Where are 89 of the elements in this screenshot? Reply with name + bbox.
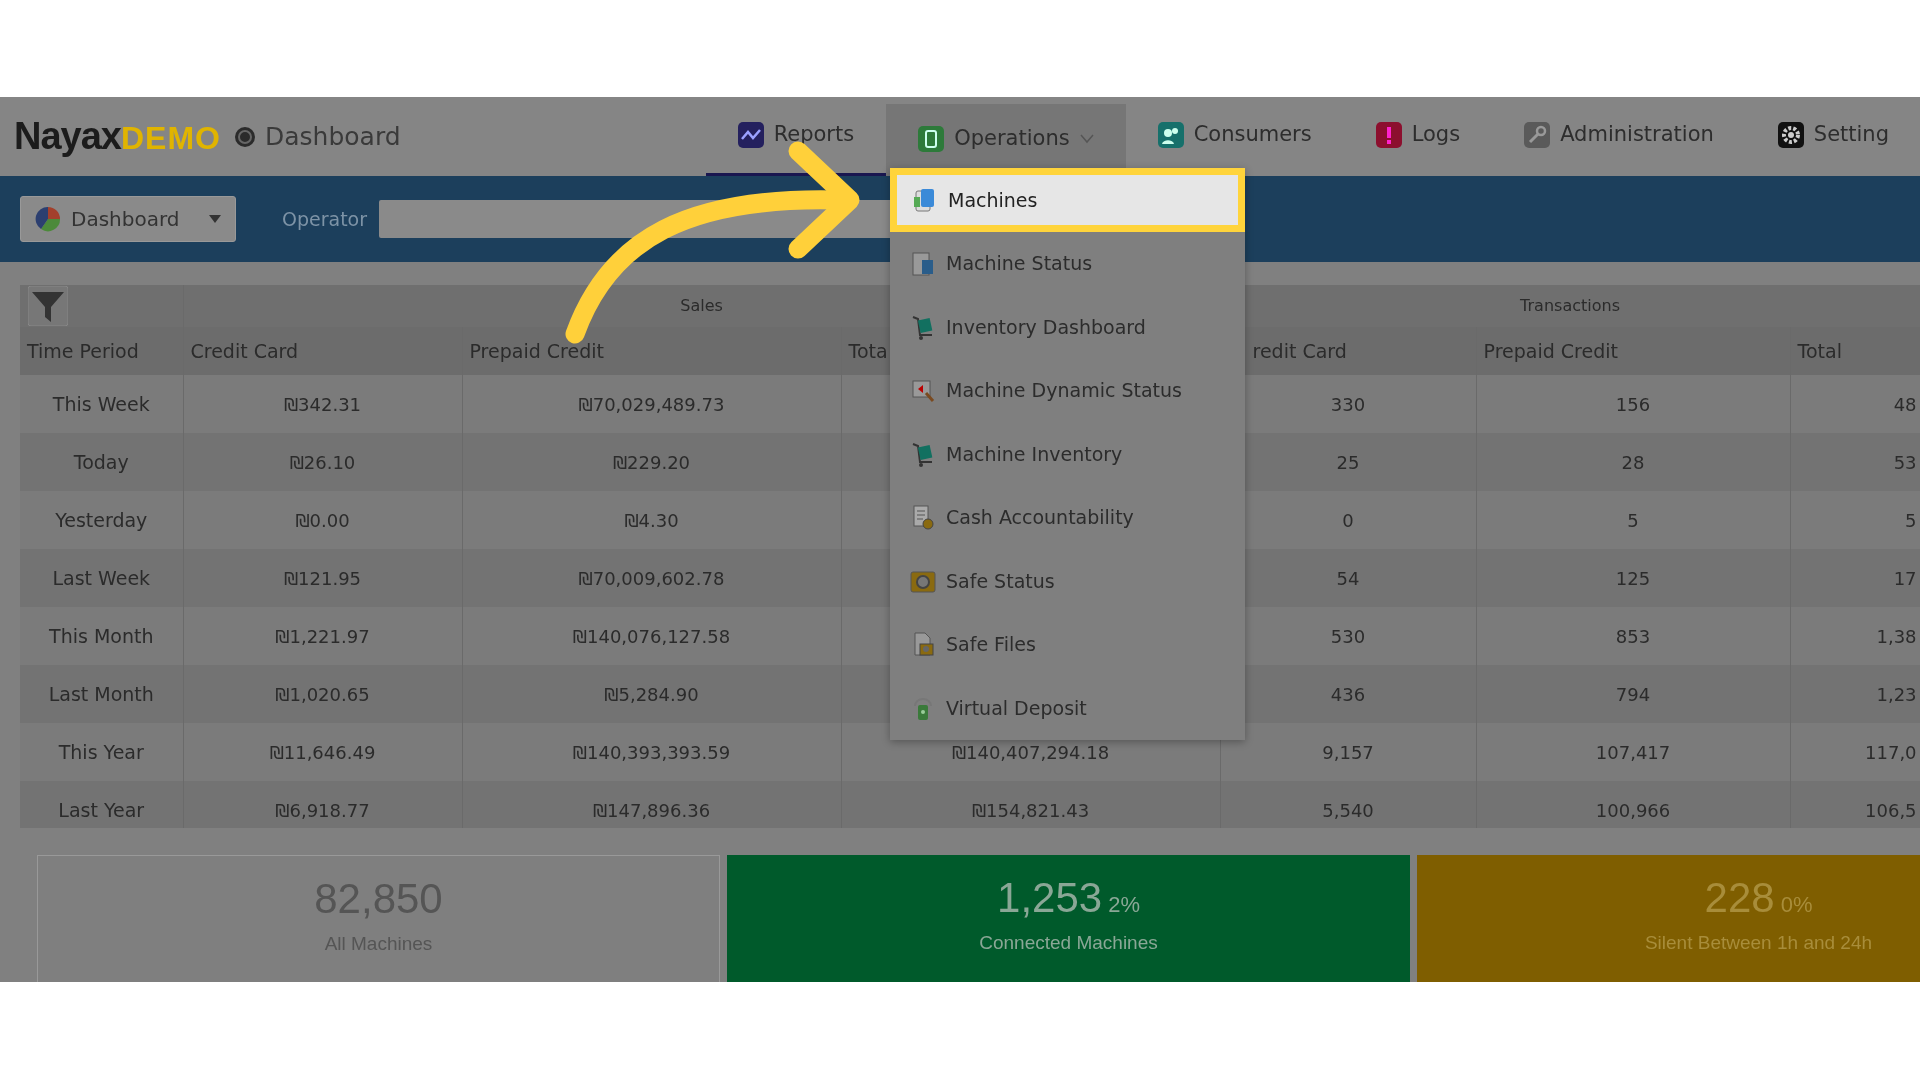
table-cell: ₪26.10 xyxy=(289,451,356,473)
table-cell: 5,540 xyxy=(1322,799,1374,821)
receipt-icon xyxy=(910,504,936,531)
column-header[interactable]: Prepaid Credit xyxy=(462,327,841,375)
table-cell: ₪11,646.49 xyxy=(269,741,376,763)
caret-icon xyxy=(209,215,221,223)
table-cell: ₪70,029,489.73 xyxy=(578,393,725,415)
table-cell: 5 xyxy=(1627,509,1639,531)
pie-chart-icon xyxy=(35,206,61,232)
table-cell: ₪70,009,602.78 xyxy=(578,567,725,589)
caret-icon xyxy=(1079,133,1094,144)
stat-value: 228 xyxy=(1704,874,1775,921)
stat-caption: Silent Between 1h and 24h xyxy=(1644,931,1873,956)
table-cell: ₪229.20 xyxy=(612,451,691,473)
key-icon xyxy=(1524,122,1551,148)
table-cell: ₪4.30 xyxy=(624,509,679,531)
table-cell: 53 xyxy=(1893,451,1917,473)
table-cell: 1,23 xyxy=(1876,683,1917,705)
stat-value: 1,253 xyxy=(997,874,1103,921)
table-cell: ₪1,020.65 xyxy=(275,683,370,705)
table-cell: 125 xyxy=(1615,567,1651,589)
group-header: Sales xyxy=(680,296,723,315)
menu-item[interactable]: Safe Status xyxy=(890,549,1245,613)
table-cell: Last Week xyxy=(52,566,151,589)
operator-label: Operator xyxy=(282,206,368,232)
chart-icon xyxy=(737,122,764,148)
logo: NayaxDEMO xyxy=(14,114,221,159)
table-cell: 853 xyxy=(1615,625,1651,647)
column-header[interactable]: Credit Card xyxy=(183,327,462,375)
table-cell: 107,417 xyxy=(1595,741,1671,763)
column-header[interactable]: Total xyxy=(1790,327,1920,375)
people-icon xyxy=(1157,122,1184,148)
column-header[interactable]: Time Period xyxy=(20,327,183,375)
table-cell: ₪1,221.97 xyxy=(275,625,370,647)
table-cell: 48 xyxy=(1893,393,1917,415)
page-title: Dashboard xyxy=(265,120,401,153)
menu-item[interactable]: Machine Inventory xyxy=(890,422,1245,486)
table-cell: 17 xyxy=(1893,567,1917,589)
table-cell: Last Year xyxy=(58,798,145,821)
menu-item[interactable]: Machines xyxy=(890,168,1245,232)
table-cell: 54 xyxy=(1336,567,1360,589)
phone-icon xyxy=(918,125,945,152)
table-cell: 330 xyxy=(1330,393,1366,415)
table-cell: 106,5 xyxy=(1865,799,1917,821)
table-cell: 794 xyxy=(1615,683,1651,705)
table-cell: 100,966 xyxy=(1595,799,1671,821)
table-cell: 117,0 xyxy=(1865,741,1917,763)
table-cell: 28 xyxy=(1621,451,1645,473)
table-cell: ₪154,821.43 xyxy=(971,799,1090,821)
view-dropdown[interactable]: Dashboard xyxy=(20,196,236,242)
column-header[interactable]: Prepaid Credit xyxy=(1476,327,1791,375)
nav-tab[interactable]: Administration xyxy=(1492,97,1746,176)
alert-icon xyxy=(1375,122,1402,148)
stat-percent: 0% xyxy=(1780,892,1813,917)
table-cell: ₪147,896.36 xyxy=(592,799,711,821)
table-cell: 156 xyxy=(1615,393,1651,415)
menu-item[interactable]: Machine Status xyxy=(890,231,1245,295)
document-icon xyxy=(910,250,936,277)
table-cell: 1,38 xyxy=(1876,625,1917,647)
table-cell: ₪6,918.77 xyxy=(275,799,370,821)
menu-item[interactable]: Virtual Deposit xyxy=(890,676,1245,740)
stat-percent: 2% xyxy=(1108,892,1140,917)
table-cell: ₪140,076,127.58 xyxy=(572,625,731,647)
screen-icon xyxy=(910,377,936,404)
table-cell: ₪342.31 xyxy=(283,393,362,415)
stat-caption: Connected Machines xyxy=(979,931,1158,956)
table-cell: This Month xyxy=(49,624,154,647)
table-cell: This Week xyxy=(52,392,150,415)
table-cell: 436 xyxy=(1330,683,1366,705)
table-cell: This Year xyxy=(58,740,144,763)
table-cell: ₪140,393,393.59 xyxy=(572,741,731,763)
gear-icon xyxy=(1777,122,1804,148)
menu-item[interactable]: Cash Accountability xyxy=(890,485,1245,549)
table-cell: 530 xyxy=(1330,625,1366,647)
table-cell: 25 xyxy=(1336,451,1360,473)
table-cell: 9,157 xyxy=(1322,741,1374,763)
nav-tab[interactable]: Setting xyxy=(1745,97,1920,176)
table-cell: ₪140,407,294.18 xyxy=(951,741,1110,763)
menu-item[interactable]: Safe Files xyxy=(890,612,1245,676)
table-cell: Today xyxy=(73,450,129,473)
group-header: Transactions xyxy=(1520,296,1620,315)
table-cell: ₪0.00 xyxy=(295,509,350,531)
table-cell: ₪5,284.90 xyxy=(604,683,699,705)
table-cell: Yesterday xyxy=(55,508,148,531)
table-cell: 5 xyxy=(1905,509,1917,531)
table-cell: 0 xyxy=(1342,509,1354,531)
table-cell: ₪121.95 xyxy=(283,567,362,589)
nav-tab[interactable]: Logs xyxy=(1343,97,1493,176)
table-cell: Last Month xyxy=(48,682,154,705)
